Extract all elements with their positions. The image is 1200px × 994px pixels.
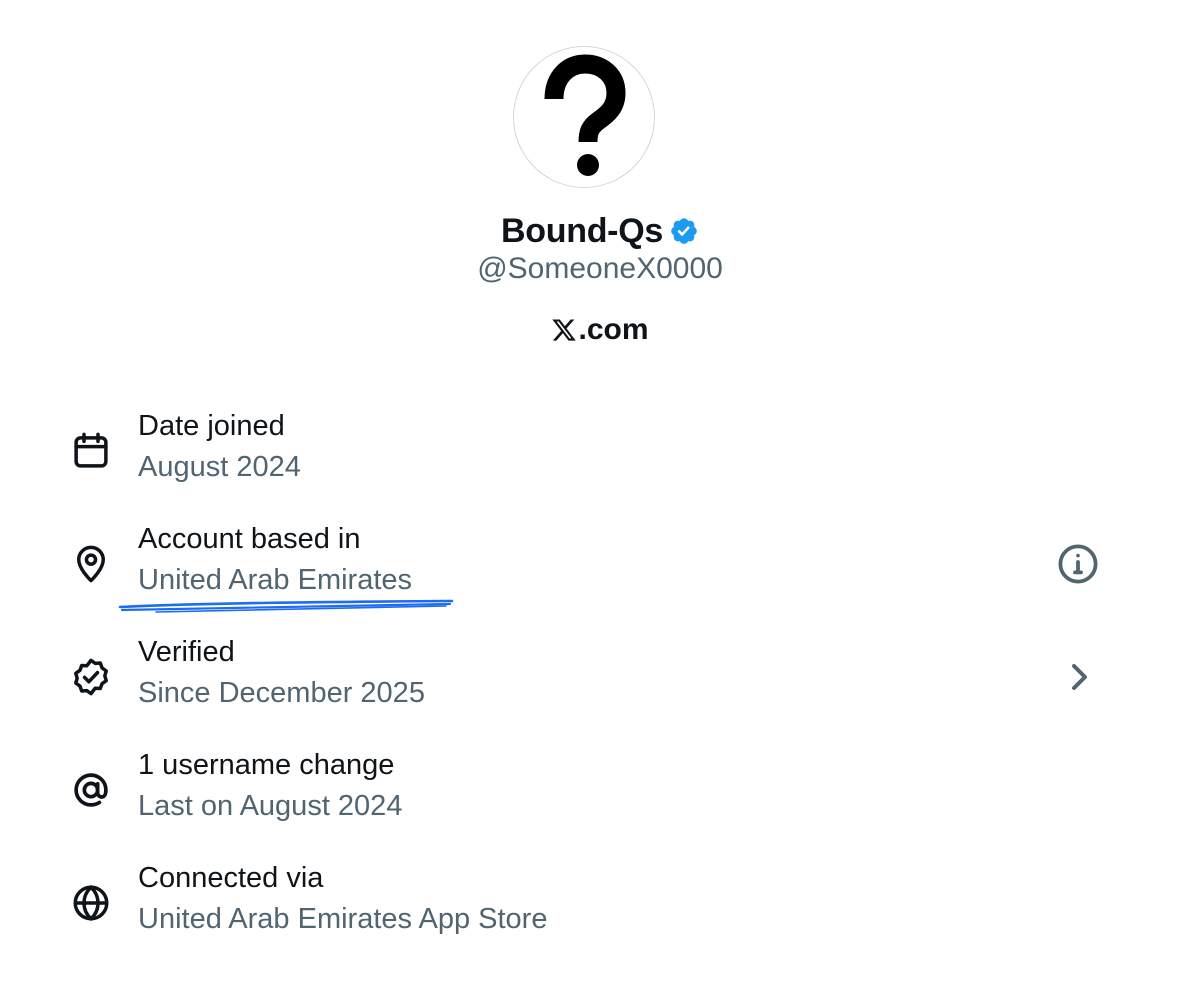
row-subtitle: United Arab Emirates App Store [138,903,548,935]
question-mark-icon [544,54,626,176]
verified-badge-icon [70,656,112,698]
annotation-underline [116,591,456,615]
location-pin-icon [70,543,112,585]
row-connected-via: Connected via United Arab Emirates App S… [0,850,1200,963]
info-icon[interactable] [1054,540,1102,588]
row-title: Account based in [138,523,361,555]
row-username-changes: 1 username change Last on August 2024 [0,737,1200,850]
site-text: .com [578,313,649,346]
at-sign-icon [70,769,112,811]
chevron-right-icon[interactable] [1054,653,1102,701]
avatar[interactable] [513,46,655,188]
row-title: 1 username change [138,749,395,781]
row-subtitle: Last on August 2024 [138,790,403,822]
row-title: Verified [138,636,235,668]
about-account-list: Date joined August 2024 Account based in… [0,398,1200,963]
row-verified[interactable]: Verified Since December 2025 [0,624,1200,737]
row-title: Date joined [138,410,285,442]
name-row: Bound-Qs [0,208,1200,254]
profile-website-link[interactable]: .com [0,310,1200,350]
row-subtitle: August 2024 [138,451,301,483]
row-title: Connected via [138,862,324,894]
x-logo-icon [551,317,577,343]
globe-icon [70,882,112,924]
verified-badge-icon[interactable] [669,216,699,246]
row-subtitle: Since December 2025 [138,677,425,709]
row-date-joined: Date joined August 2024 [0,398,1200,511]
handle: @SomeoneX0000 [477,252,723,285]
profile-header: Bound-Qs @SomeoneX0000 .com [0,0,1200,360]
display-name: Bound-Qs [501,211,663,250]
calendar-icon [70,430,112,472]
